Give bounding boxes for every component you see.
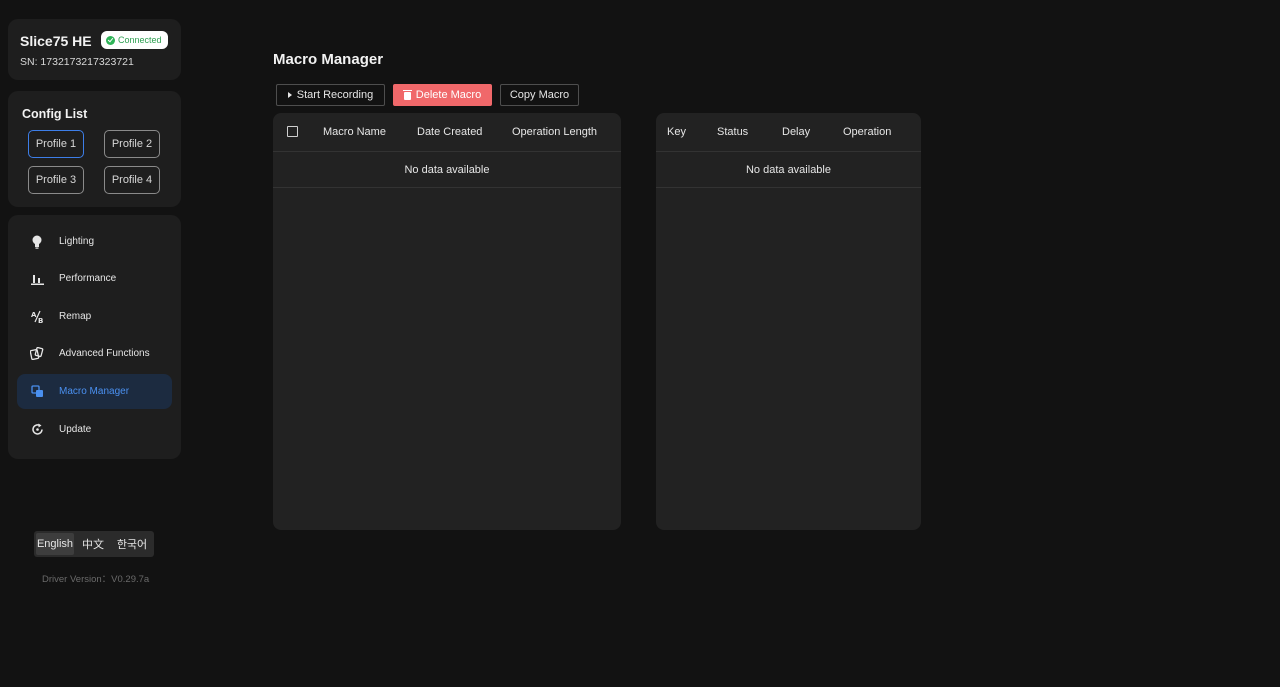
language-option-english[interactable]: English xyxy=(36,533,74,555)
macro-detail-table: Key Status Delay Operation No data avail… xyxy=(656,113,921,530)
nav-item-remap[interactable]: AB Remap xyxy=(17,299,172,334)
nav-label-performance: Performance xyxy=(59,273,117,284)
language-option-korean[interactable]: 한국어 xyxy=(112,533,152,555)
delete-macro-label: Delete Macro xyxy=(415,89,482,101)
detail-table-header: Key Status Delay Operation xyxy=(656,113,921,152)
column-operation[interactable]: Operation xyxy=(843,126,891,138)
profile-1-button[interactable]: Profile 1 xyxy=(28,130,84,158)
nav-label-macro-manager: Macro Manager xyxy=(59,386,130,397)
column-operation-length[interactable]: Operation Length xyxy=(512,126,597,138)
language-switcher: English 中文 한국어 xyxy=(34,531,154,557)
play-icon xyxy=(287,92,292,98)
column-key[interactable]: Key xyxy=(667,126,686,138)
svg-text:B: B xyxy=(38,317,43,323)
start-recording-button[interactable]: Start Recording xyxy=(276,84,385,106)
nav-item-update[interactable]: Update xyxy=(17,412,172,447)
nav-label-remap: Remap xyxy=(59,311,92,322)
nav-label-update: Update xyxy=(59,424,92,435)
delete-macro-button[interactable]: Delete Macro xyxy=(393,84,492,106)
device-card: Slice75 HE Connected SN: 173217321732372… xyxy=(8,19,181,80)
nav-label-advanced-functions: Advanced Functions xyxy=(59,348,150,359)
nav-item-advanced-functions[interactable]: Advanced Functions xyxy=(17,336,172,371)
language-option-chinese[interactable]: 中文 xyxy=(74,533,112,555)
copy-macro-label: Copy Macro xyxy=(509,89,570,101)
connection-status-badge: Connected xyxy=(101,31,168,49)
profile-3-button[interactable]: Profile 3 xyxy=(28,166,84,194)
trash-icon xyxy=(402,89,412,100)
bar-chart-icon xyxy=(29,271,45,287)
page-title: Macro Manager xyxy=(273,51,384,68)
svg-text:A: A xyxy=(31,311,37,319)
start-recording-label: Start Recording xyxy=(296,89,374,101)
column-macro-name[interactable]: Macro Name xyxy=(323,126,386,138)
profile-2-button[interactable]: Profile 2 xyxy=(104,130,160,158)
remap-icon: AB xyxy=(29,309,45,325)
macro-icon xyxy=(29,384,45,400)
nav-item-performance[interactable]: Performance xyxy=(17,261,172,296)
device-name: Slice75 HE xyxy=(20,33,92,49)
column-delay[interactable]: Delay xyxy=(782,126,810,138)
bulb-icon xyxy=(29,234,45,250)
refresh-icon xyxy=(29,422,45,438)
driver-version: Driver Version：V0.29.7a xyxy=(42,574,150,585)
device-serial: SN: 1732173217323721 xyxy=(20,56,134,68)
connection-status-text: Connected xyxy=(118,35,162,45)
nav-item-macro-manager[interactable]: Macro Manager xyxy=(17,374,172,409)
copy-macro-button[interactable]: Copy Macro xyxy=(500,84,579,106)
column-date-created[interactable]: Date Created xyxy=(417,126,482,138)
cards-icon xyxy=(29,346,45,362)
sidebar-nav: Lighting Performance AB Remap Advanced F… xyxy=(8,215,181,459)
profile-4-button[interactable]: Profile 4 xyxy=(104,166,160,194)
nav-label-lighting: Lighting xyxy=(59,236,95,247)
select-all-checkbox[interactable] xyxy=(287,126,298,137)
macro-list-table: Macro Name Date Created Operation Length… xyxy=(273,113,621,530)
check-circle-icon xyxy=(106,35,115,45)
config-list-title: Config List xyxy=(22,107,88,121)
nav-item-lighting[interactable]: Lighting xyxy=(17,224,172,259)
macro-table-empty: No data available xyxy=(273,152,621,188)
column-status[interactable]: Status xyxy=(717,126,748,138)
config-list-card: Config List Profile 1 Profile 2 Profile … xyxy=(8,91,181,207)
macro-table-header: Macro Name Date Created Operation Length xyxy=(273,113,621,152)
detail-table-empty: No data available xyxy=(656,152,921,188)
